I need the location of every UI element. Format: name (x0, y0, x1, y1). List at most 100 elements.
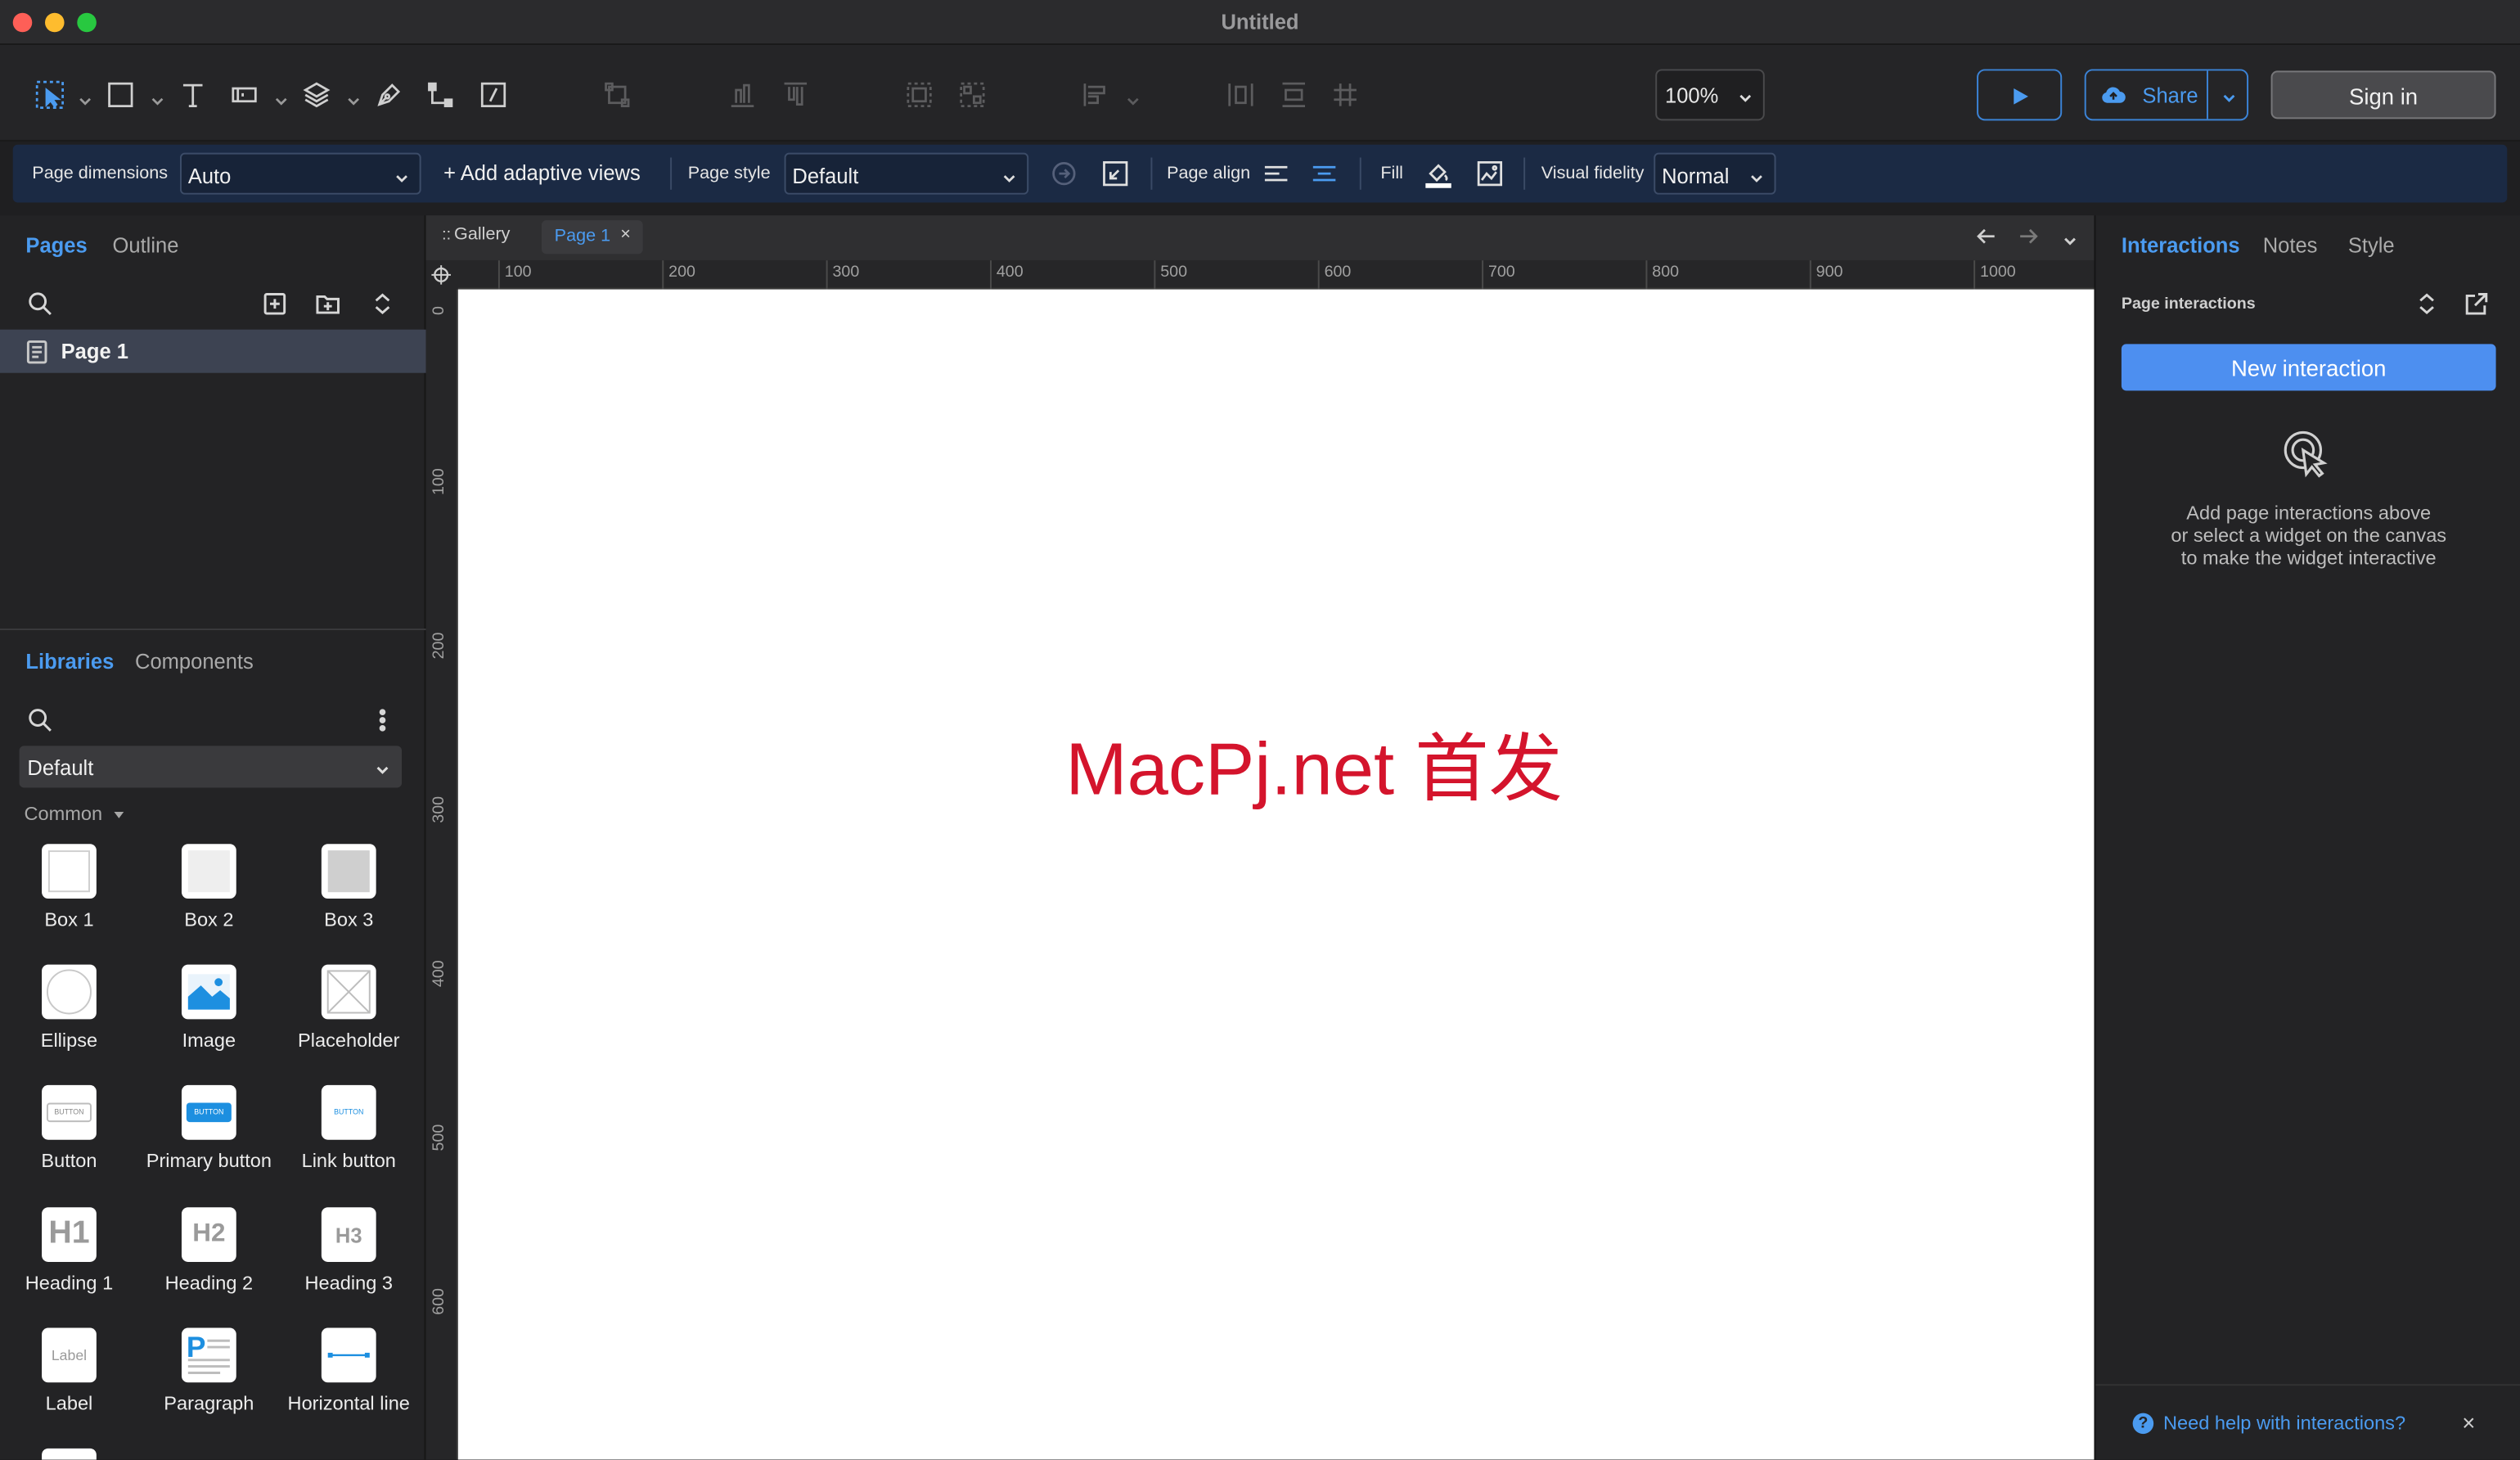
transform-icon[interactable] (603, 80, 632, 109)
expand-collapse-icon[interactable] (370, 291, 395, 317)
widget-label: Primary button (146, 1149, 272, 1172)
search-icon[interactable] (27, 707, 52, 732)
widget-paragraph[interactable]: P Paragraph (140, 1327, 278, 1415)
tab-outline[interactable]: Outline (113, 233, 179, 257)
widget-heading-3[interactable]: H3 Heading 3 (280, 1207, 418, 1294)
widget-box-3[interactable]: Box 3 (280, 844, 418, 931)
widget-heading-2[interactable]: H2 Heading 2 (140, 1207, 278, 1294)
group-icon[interactable] (905, 80, 934, 109)
page-style-select[interactable]: Default (784, 152, 1029, 195)
snippet-tool-icon[interactable] (479, 80, 507, 109)
distribute-horizontal-icon[interactable] (1226, 80, 1255, 109)
chevron-down-icon[interactable] (1127, 87, 1140, 106)
align-left-page-icon[interactable] (1262, 159, 1290, 187)
main-toolbar: 100% Share Sign in (0, 45, 2520, 142)
more-options-icon[interactable] (370, 707, 395, 732)
ruler-corner[interactable] (425, 260, 458, 290)
close-icon[interactable]: × (2462, 1410, 2475, 1435)
search-icon[interactable] (27, 291, 52, 317)
close-tab-icon[interactable]: × (620, 225, 631, 245)
widget-placeholder[interactable]: Placeholder (280, 964, 418, 1052)
zoom-value: 100% (1665, 83, 1719, 108)
widget-button[interactable]: BUTTON Button (0, 1084, 138, 1172)
tab-page-1[interactable]: Page 1 × (541, 220, 643, 255)
vertical-ruler[interactable]: 0 100 200 300 400 500 600 (425, 289, 458, 1460)
chevron-down-icon[interactable] (79, 87, 92, 106)
chevron-down-icon[interactable] (275, 87, 288, 106)
align-top-icon[interactable] (781, 80, 810, 109)
tab-libraries[interactable]: Libraries (25, 650, 114, 674)
fill-color-icon[interactable] (1424, 159, 1452, 188)
tab-pages[interactable]: Pages (25, 233, 87, 257)
widget-horizontal-line[interactable]: Horizontal line (280, 1327, 418, 1415)
zoom-select[interactable]: 100% (1655, 69, 1765, 121)
library-select[interactable]: Default (19, 746, 403, 788)
edit-page-style-icon[interactable] (1050, 159, 1078, 187)
widget-box-1[interactable]: Box 1 (0, 844, 138, 931)
ruler-tick: 200 (662, 260, 695, 290)
pen-tool-icon[interactable] (375, 80, 403, 109)
help-icon: ? (2132, 1413, 2154, 1435)
chevron-down-icon[interactable] (2062, 228, 2078, 246)
align-left-icon[interactable] (1082, 80, 1110, 109)
widget-ellipse[interactable]: Ellipse (0, 964, 138, 1052)
widget-partial[interactable] (42, 1448, 97, 1460)
share-button[interactable]: Share (2084, 69, 2249, 121)
widget-heading-1[interactable]: H1 Heading 1 (0, 1207, 138, 1294)
chevron-down-icon[interactable] (347, 87, 360, 106)
new-interaction-button[interactable]: New interaction (2121, 344, 2496, 391)
preview-button[interactable] (1977, 69, 2063, 121)
widget-image[interactable]: Image (140, 964, 278, 1052)
widget-group-label: Common (24, 802, 103, 825)
app-window: Untitled 100% Share Sign in Page dimensi… (0, 0, 2520, 1460)
chevron-down-icon[interactable] (2221, 87, 2238, 103)
add-adaptive-views-button[interactable]: + Add adaptive views (443, 160, 641, 184)
visual-fidelity-select[interactable]: Normal (1654, 152, 1776, 195)
arrow-left-icon[interactable] (1975, 225, 1998, 248)
ruler-tick-label: 200 (430, 632, 449, 660)
page-dimensions-select[interactable]: Auto (180, 152, 421, 195)
hotspot-tool-icon[interactable] (230, 80, 259, 109)
chevron-down-icon[interactable] (151, 87, 164, 106)
widget-label[interactable]: Label Label (0, 1327, 138, 1415)
tab-gallery[interactable]: :: Gallery (442, 225, 510, 245)
page-sketch-icon[interactable] (1101, 159, 1130, 187)
widget-primary-button[interactable]: BUTTON Primary button (140, 1084, 278, 1172)
align-bottom-icon[interactable] (728, 80, 757, 109)
horizontal-ruler[interactable]: 100 200 300 400 500 600 700 800 900 1000 (457, 260, 2095, 290)
page-style-label: Page style (687, 164, 771, 183)
design-page[interactable]: MacPj.net 首发 (457, 289, 2095, 1460)
tab-components[interactable]: Components (135, 650, 254, 674)
widget-label: Button (41, 1149, 97, 1172)
play-icon (2010, 85, 2030, 105)
select-tool-icon[interactable] (35, 80, 64, 109)
tab-style[interactable]: Style (2348, 233, 2395, 257)
tab-interactions[interactable]: Interactions (2122, 233, 2240, 257)
page-interactions-label: Page interactions (2121, 295, 2256, 314)
open-external-icon[interactable] (2464, 291, 2488, 315)
add-page-icon[interactable] (262, 291, 287, 317)
rectangle-tool-icon[interactable] (106, 80, 135, 109)
distribute-vertical-icon[interactable] (1280, 80, 1308, 109)
fill-image-icon[interactable] (1475, 159, 1504, 187)
layers-tool-icon[interactable] (302, 80, 331, 109)
widget-link-button[interactable]: BUTTON Link button (280, 1084, 418, 1172)
sign-in-button[interactable]: Sign in (2270, 70, 2496, 119)
connector-tool-icon[interactable] (426, 80, 455, 109)
grid-icon[interactable] (1330, 80, 1359, 109)
help-link[interactable]: Need help with interactions? (2163, 1412, 2405, 1435)
text-tool-icon[interactable] (178, 80, 207, 109)
heading3-icon: H3 (321, 1207, 376, 1262)
ruler-tick-label: 0 (430, 306, 449, 316)
ungroup-icon[interactable] (958, 80, 987, 109)
widget-box-2[interactable]: Box 2 (140, 844, 278, 931)
page-list-item[interactable]: Page 1 (0, 329, 426, 373)
tab-notes[interactable]: Notes (2263, 233, 2318, 257)
paragraph-icon: P (181, 1327, 236, 1383)
align-center-page-icon[interactable] (1310, 159, 1339, 187)
expand-collapse-icon[interactable] (2414, 291, 2437, 315)
panel-divider (0, 629, 426, 631)
add-folder-icon[interactable] (315, 291, 340, 317)
widget-group-toggle[interactable]: Common (24, 802, 124, 825)
arrow-right-icon[interactable] (2017, 225, 2040, 248)
